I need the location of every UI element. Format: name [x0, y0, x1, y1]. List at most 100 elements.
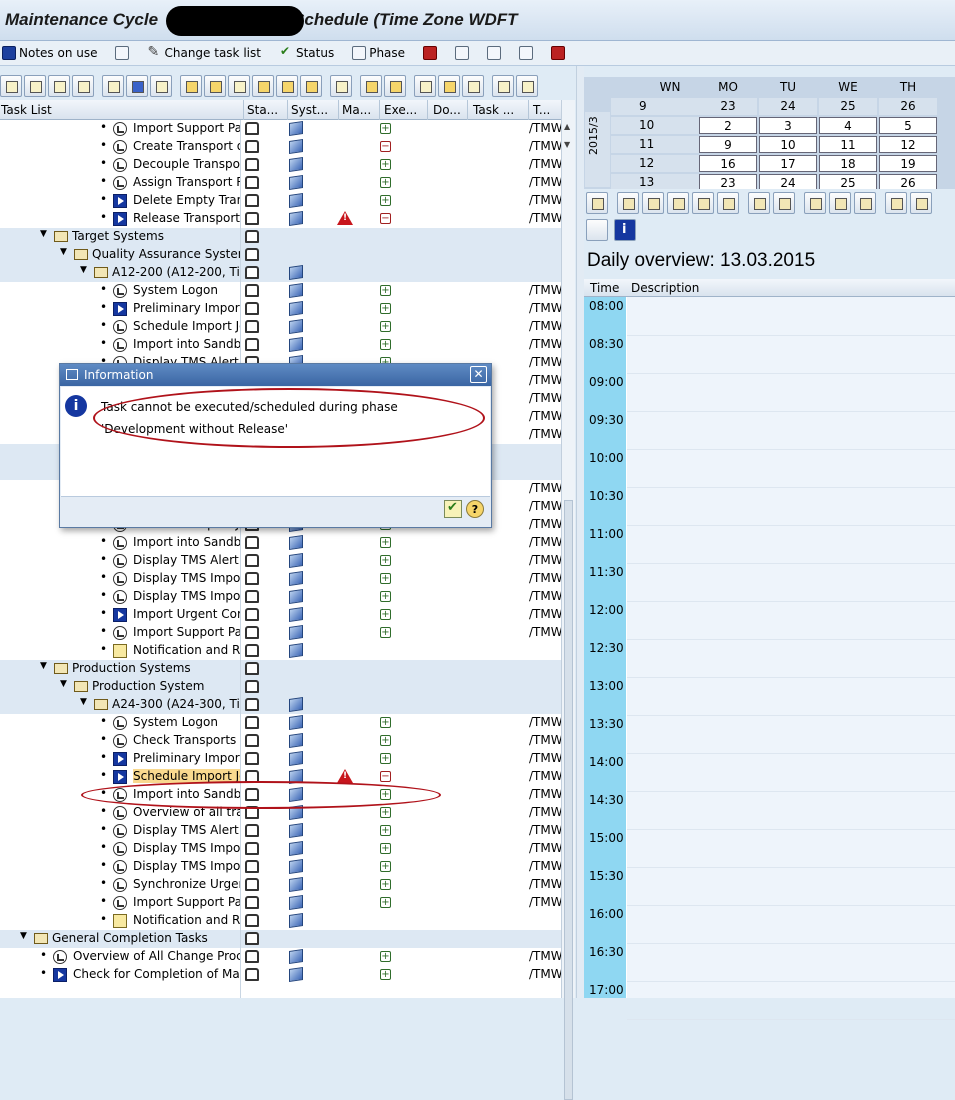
- expand-icon[interactable]: ▼: [40, 661, 47, 671]
- lock-icon[interactable]: [245, 626, 259, 639]
- tree-tool-17[interactable]: [414, 75, 436, 97]
- cal-tool-1[interactable]: [586, 192, 608, 214]
- phase-button[interactable]: Phase: [352, 46, 405, 60]
- table-row[interactable]: • Release Transport R − /TMW: [0, 210, 561, 228]
- expand-icon[interactable]: ▼: [80, 265, 87, 275]
- tree-tool-9[interactable]: [204, 75, 226, 97]
- lock-icon[interactable]: [245, 716, 259, 729]
- lock-icon[interactable]: [245, 824, 259, 837]
- tree-tool-13[interactable]: [300, 75, 322, 97]
- table-row[interactable]: • Display TMS Alert M + /TMW: [0, 822, 561, 840]
- tools-button-2[interactable]: [455, 46, 470, 60]
- execute-plus-icon[interactable]: +: [380, 627, 391, 638]
- table-row[interactable]: • Display TMS Import + /TMW: [0, 858, 561, 876]
- table-row[interactable]: • Check Transports + /TMW: [0, 732, 561, 750]
- expand-icon[interactable]: ▼: [60, 679, 67, 689]
- execute-plus-icon[interactable]: +: [380, 753, 391, 764]
- calendar-day[interactable]: 10: [759, 136, 817, 153]
- col-ma[interactable]: Ma...: [342, 103, 371, 117]
- execute-plus-icon[interactable]: +: [380, 285, 391, 296]
- calendar-day[interactable]: 16: [699, 155, 757, 172]
- execute-plus-icon[interactable]: +: [380, 861, 391, 872]
- cal-tool-3[interactable]: [642, 192, 664, 214]
- lock-icon[interactable]: [245, 698, 259, 711]
- expand-icon[interactable]: ▼: [20, 931, 27, 941]
- table-row[interactable]: • Notification and Res: [0, 642, 561, 660]
- table-row[interactable]: • Schedule Import Jo + /TMW: [0, 318, 561, 336]
- table-row[interactable]: • Display TMS Import + /TMW: [0, 840, 561, 858]
- tree-tool-6[interactable]: [126, 75, 148, 97]
- lock-icon[interactable]: [245, 734, 259, 747]
- lock-icon[interactable]: [245, 248, 259, 261]
- table-row[interactable]: • Preliminary Import + /TMW: [0, 750, 561, 768]
- status-button[interactable]: Status: [279, 44, 334, 60]
- lock-icon[interactable]: [245, 122, 259, 135]
- tree-tool-16[interactable]: [384, 75, 406, 97]
- calendar-day[interactable]: 18: [819, 155, 877, 172]
- calendar-day[interactable]: 26: [879, 98, 937, 115]
- calendar-day[interactable]: 23: [699, 174, 757, 189]
- execute-plus-icon[interactable]: +: [380, 951, 391, 962]
- table-row[interactable]: • Display TMS Import + /TMW: [0, 570, 561, 588]
- execute-plus-icon[interactable]: +: [380, 897, 391, 908]
- calendar-day[interactable]: 3: [759, 117, 817, 134]
- execute-plus-icon[interactable]: +: [380, 321, 391, 332]
- splitter[interactable]: [576, 66, 584, 998]
- lock-icon[interactable]: [245, 284, 259, 297]
- execute-plus-icon[interactable]: +: [380, 177, 391, 188]
- calendar-day[interactable]: 4: [819, 117, 877, 134]
- lock-icon[interactable]: [245, 302, 259, 315]
- lock-icon[interactable]: [245, 806, 259, 819]
- table-row[interactable]: • Create Transport of − /TMW: [0, 138, 561, 156]
- lock-icon[interactable]: [245, 770, 259, 783]
- table-row[interactable]: • Delete Empty Trans + /TMW: [0, 192, 561, 210]
- lock-icon[interactable]: [245, 914, 259, 927]
- calendar-day[interactable]: 24: [759, 98, 817, 115]
- lock-icon[interactable]: [245, 572, 259, 585]
- day-slots[interactable]: [627, 297, 955, 998]
- calendar-day[interactable]: 9: [699, 136, 757, 153]
- scroll-thumb[interactable]: [564, 500, 573, 1100]
- scroll-up-icon[interactable]: ▲: [564, 122, 570, 131]
- execute-plus-icon[interactable]: +: [380, 807, 391, 818]
- execute-plus-icon[interactable]: +: [380, 825, 391, 836]
- table-row[interactable]: ▼ General Completion Tasks: [0, 930, 561, 948]
- lock-icon[interactable]: [245, 554, 259, 567]
- lock-icon[interactable]: [245, 932, 259, 945]
- table-row[interactable]: ▼ Quality Assurance System: [0, 246, 561, 264]
- continue-button[interactable]: [444, 500, 462, 518]
- expand-icon[interactable]: ▼: [80, 697, 87, 707]
- tree-tool-1[interactable]: [0, 75, 22, 97]
- col-task[interactable]: Task ...: [473, 103, 514, 117]
- table-row[interactable]: • Import Urgent Corre + /TMW: [0, 606, 561, 624]
- lock-icon[interactable]: [245, 788, 259, 801]
- help-button[interactable]: ?: [466, 500, 484, 518]
- expand-icon[interactable]: ▼: [60, 247, 67, 257]
- scroll-down-icon[interactable]: ▼: [564, 140, 570, 149]
- lock-icon[interactable]: [245, 950, 259, 963]
- table-row[interactable]: • Import into Sandbo + /TMW: [0, 786, 561, 804]
- tree-tool-21[interactable]: [516, 75, 538, 97]
- tree-tool-4[interactable]: [72, 75, 94, 97]
- table-row[interactable]: • System Logon + /TMW: [0, 282, 561, 300]
- lock-icon[interactable]: [245, 320, 259, 333]
- lock-icon[interactable]: [245, 644, 259, 657]
- cal-tool-6[interactable]: [717, 192, 739, 214]
- desc-col-header[interactable]: Description: [631, 281, 699, 295]
- lock-icon[interactable]: [245, 968, 259, 981]
- tree-tool-7[interactable]: [150, 75, 172, 97]
- notes-on-use-button[interactable]: Notes on use: [2, 46, 97, 60]
- execute-plus-icon[interactable]: +: [380, 123, 391, 134]
- execute-minus-icon[interactable]: −: [380, 213, 391, 224]
- list-button[interactable]: [115, 46, 130, 60]
- info-button[interactable]: [614, 219, 636, 241]
- table-row[interactable]: • Import into Sandbo + /TMW: [0, 534, 561, 552]
- calendar-day[interactable]: 2: [699, 117, 757, 134]
- execute-minus-icon[interactable]: −: [380, 771, 391, 782]
- table-row[interactable]: • Display TMS Alert M + /TMW: [0, 552, 561, 570]
- lock-icon[interactable]: [245, 140, 259, 153]
- lock-icon[interactable]: [245, 212, 259, 225]
- table-row[interactable]: • Notification and Res: [0, 912, 561, 930]
- table-row[interactable]: ▼ Production System: [0, 678, 561, 696]
- execute-plus-icon[interactable]: +: [380, 555, 391, 566]
